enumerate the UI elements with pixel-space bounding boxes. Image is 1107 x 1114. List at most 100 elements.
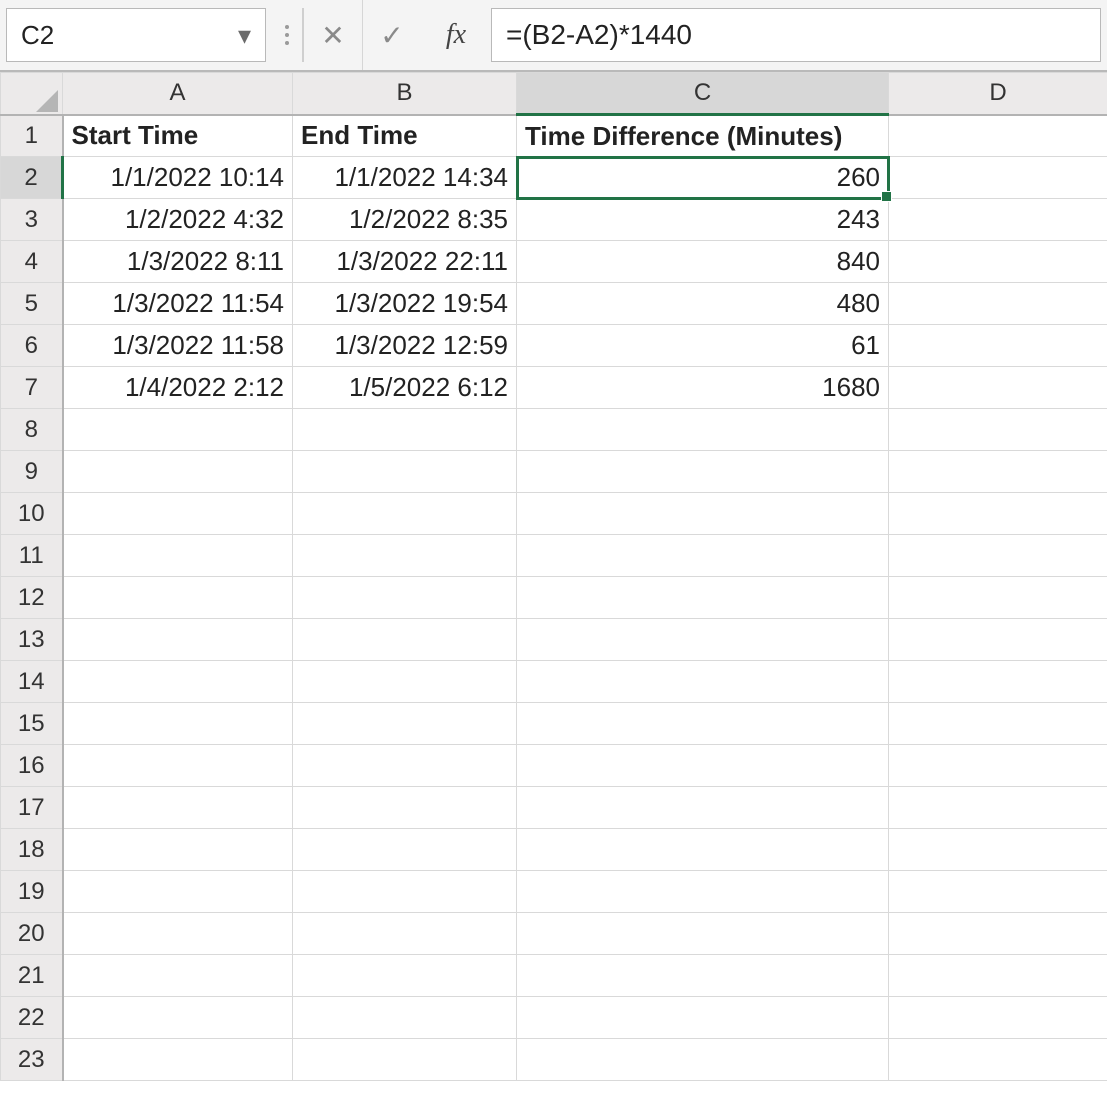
cell-A15[interactable] [63,703,293,745]
name-box-dropdown-icon[interactable]: ▾ [238,20,251,51]
cell-B13[interactable] [293,619,517,661]
row-header-15[interactable]: 15 [1,703,63,745]
cell-B12[interactable] [293,577,517,619]
cell-C17[interactable] [517,787,889,829]
cell-D9[interactable] [889,451,1107,493]
cell-A4[interactable]: 1/3/2022 8:11 [63,241,293,283]
row-header-19[interactable]: 19 [1,871,63,913]
cell-B4[interactable]: 1/3/2022 22:11 [293,241,517,283]
cell-B23[interactable] [293,1039,517,1081]
column-header-B[interactable]: B [293,73,517,115]
cell-C19[interactable] [517,871,889,913]
cell-D3[interactable] [889,199,1107,241]
cell-B11[interactable] [293,535,517,577]
row-header-16[interactable]: 16 [1,745,63,787]
cell-C5[interactable]: 480 [517,283,889,325]
row-header-8[interactable]: 8 [1,409,63,451]
cell-C11[interactable] [517,535,889,577]
cell-B17[interactable] [293,787,517,829]
row-header-5[interactable]: 5 [1,283,63,325]
cell-A2[interactable]: 1/1/2022 10:14 [63,157,293,199]
cell-D15[interactable] [889,703,1107,745]
cell-A3[interactable]: 1/2/2022 4:32 [63,199,293,241]
cell-B18[interactable] [293,829,517,871]
cell-C15[interactable] [517,703,889,745]
cell-A11[interactable] [63,535,293,577]
cell-C3[interactable]: 243 [517,199,889,241]
row-header-13[interactable]: 13 [1,619,63,661]
cell-A19[interactable] [63,871,293,913]
cell-A8[interactable] [63,409,293,451]
cell-D14[interactable] [889,661,1107,703]
column-header-C[interactable]: C [517,73,889,115]
cell-D21[interactable] [889,955,1107,997]
cell-C4[interactable]: 840 [517,241,889,283]
cell-D8[interactable] [889,409,1107,451]
cell-C12[interactable] [517,577,889,619]
cell-C14[interactable] [517,661,889,703]
cell-B3[interactable]: 1/2/2022 8:35 [293,199,517,241]
cell-D2[interactable] [889,157,1107,199]
cell-D10[interactable] [889,493,1107,535]
cell-D7[interactable] [889,367,1107,409]
cell-C23[interactable] [517,1039,889,1081]
row-header-10[interactable]: 10 [1,493,63,535]
cell-B5[interactable]: 1/3/2022 19:54 [293,283,517,325]
formula-bar-options-icon[interactable] [272,0,302,70]
row-header-9[interactable]: 9 [1,451,63,493]
row-header-14[interactable]: 14 [1,661,63,703]
row-header-21[interactable]: 21 [1,955,63,997]
select-all-corner[interactable] [1,73,63,115]
enter-button[interactable]: ✓ [362,0,421,70]
cell-D12[interactable] [889,577,1107,619]
cell-D19[interactable] [889,871,1107,913]
cell-A22[interactable] [63,997,293,1039]
cell-C6[interactable]: 61 [517,325,889,367]
row-header-17[interactable]: 17 [1,787,63,829]
cell-D6[interactable] [889,325,1107,367]
cell-D20[interactable] [889,913,1107,955]
cell-B14[interactable] [293,661,517,703]
cell-A16[interactable] [63,745,293,787]
cell-D22[interactable] [889,997,1107,1039]
cell-C21[interactable] [517,955,889,997]
cell-D23[interactable] [889,1039,1107,1081]
cell-B19[interactable] [293,871,517,913]
cell-A6[interactable]: 1/3/2022 11:58 [63,325,293,367]
cell-B8[interactable] [293,409,517,451]
row-header-2[interactable]: 2 [1,157,63,199]
cell-D17[interactable] [889,787,1107,829]
cell-C20[interactable] [517,913,889,955]
row-header-18[interactable]: 18 [1,829,63,871]
cell-B15[interactable] [293,703,517,745]
cell-C13[interactable] [517,619,889,661]
cancel-button[interactable]: ✕ [304,0,362,70]
cell-C7[interactable]: 1680 [517,367,889,409]
cell-B9[interactable] [293,451,517,493]
cell-B6[interactable]: 1/3/2022 12:59 [293,325,517,367]
row-header-6[interactable]: 6 [1,325,63,367]
cell-A9[interactable] [63,451,293,493]
cell-B20[interactable] [293,913,517,955]
column-header-A[interactable]: A [63,73,293,115]
cell-C9[interactable] [517,451,889,493]
cell-A13[interactable] [63,619,293,661]
row-header-1[interactable]: 1 [1,115,63,157]
cell-D4[interactable] [889,241,1107,283]
cell-B22[interactable] [293,997,517,1039]
row-header-12[interactable]: 12 [1,577,63,619]
cell-C18[interactable] [517,829,889,871]
cell-A12[interactable] [63,577,293,619]
cell-D18[interactable] [889,829,1107,871]
cell-D13[interactable] [889,619,1107,661]
cell-A21[interactable] [63,955,293,997]
cell-A10[interactable] [63,493,293,535]
cell-D11[interactable] [889,535,1107,577]
cell-C1[interactable]: Time Difference (Minutes) [517,115,889,157]
row-header-7[interactable]: 7 [1,367,63,409]
cell-C22[interactable] [517,997,889,1039]
cell-A14[interactable] [63,661,293,703]
cell-B16[interactable] [293,745,517,787]
cell-A23[interactable] [63,1039,293,1081]
cell-B10[interactable] [293,493,517,535]
